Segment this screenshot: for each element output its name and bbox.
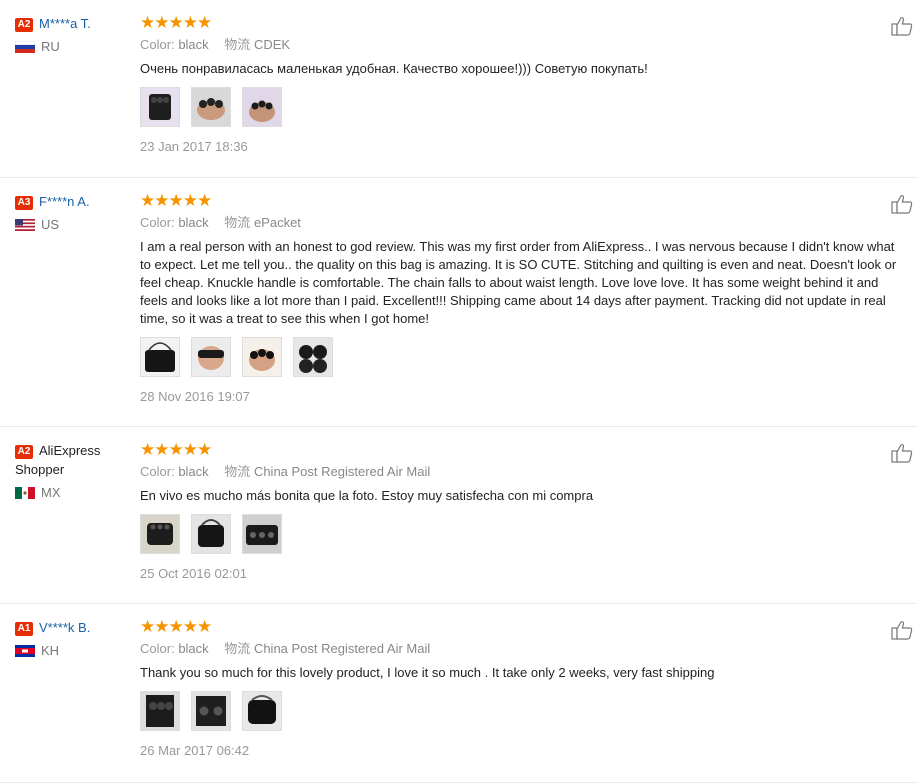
flag-ru-icon	[15, 40, 35, 53]
review-photos	[140, 87, 917, 127]
review-content: ★★★★★ Color: black 物流 CDEK Очень понрави…	[140, 14, 917, 154]
review-date: 26 Mar 2017 06:42	[140, 743, 250, 758]
review-item: A2 AliExpress Shopper MX ★★★★★ Color: bla…	[0, 427, 917, 604]
review-photo-thumbnail[interactable]	[242, 337, 282, 377]
buyer-level-badge: A3	[15, 196, 33, 210]
review-photo-thumbnail[interactable]	[242, 87, 282, 127]
reviewer-name-line2: Shopper	[15, 462, 65, 477]
country-code: US	[41, 217, 60, 232]
order-info: Color: black 物流 CDEK	[140, 36, 917, 54]
thumbs-up-icon[interactable]	[891, 16, 913, 36]
reviewer-country: US	[15, 217, 135, 232]
order-info: Color: black 物流 China Post Registered Ai…	[140, 463, 917, 481]
review-text: I am a real person with an honest to god…	[140, 239, 897, 326]
reviewer-info: A3 F****n A. US	[15, 192, 135, 232]
color-label: Color:	[140, 641, 175, 656]
review-photo-thumbnail[interactable]	[191, 514, 231, 554]
review-content: ★★★★★ Color: black 物流 China Post Registe…	[140, 618, 917, 758]
review-content: ★★★★★ Color: black 物流 China Post Registe…	[140, 441, 917, 581]
color-value: black	[178, 641, 209, 656]
order-info: Color: black 物流 China Post Registered Ai…	[140, 640, 917, 658]
review-date: 25 Oct 2016 02:01	[140, 566, 247, 581]
shipping-method: China Post Registered Air Mail	[253, 464, 431, 479]
color-label: Color:	[140, 215, 175, 230]
review-photo-thumbnail[interactable]	[191, 87, 231, 127]
logistics-label: 物流	[224, 641, 251, 656]
review-text: Thank you so much for this lovely produc…	[140, 665, 715, 680]
reviewer-name[interactable]: F****n A.	[39, 194, 90, 209]
country-code: RU	[41, 39, 60, 54]
star-rating: ★★★★★	[140, 191, 212, 210]
review-date: 23 Jan 2017 18:36	[140, 139, 248, 154]
review-list: A2 M****a T. RU ★★★★★ Color: black 物流 CDE…	[0, 0, 917, 783]
shipping-method: ePacket	[253, 215, 301, 230]
logistics-label: 物流	[224, 464, 251, 479]
shipping-method: China Post Registered Air Mail	[253, 641, 431, 656]
review-item: A1 V****k B. KH ★★★★★ Color: black 物流 Chi…	[0, 604, 917, 783]
review-photo-thumbnail[interactable]	[140, 337, 180, 377]
star-rating: ★★★★★	[140, 440, 212, 459]
reviewer-info: A2 AliExpress Shopper MX	[15, 441, 135, 500]
buyer-level-badge: A2	[15, 18, 33, 32]
reviewer-country: KH	[15, 643, 135, 658]
review-text: En vivo es mucho más bonita que la foto.…	[140, 488, 594, 503]
review-photo-thumbnail[interactable]	[140, 514, 180, 554]
order-info: Color: black 物流 ePacket	[140, 214, 917, 232]
review-photo-thumbnail[interactable]	[140, 691, 180, 731]
reviewer-info: A2 M****a T. RU	[15, 14, 135, 54]
review-photo-thumbnail[interactable]	[140, 87, 180, 127]
star-rating: ★★★★★	[140, 617, 212, 636]
reviewer-country: MX	[15, 485, 135, 500]
review-photos	[140, 514, 917, 554]
country-code: KH	[41, 643, 60, 658]
thumbs-up-icon[interactable]	[891, 620, 913, 640]
reviewer-name[interactable]: M****a T.	[39, 16, 91, 31]
review-photo-thumbnail[interactable]	[191, 337, 231, 377]
review-content: ★★★★★ Color: black 物流 ePacket I am a rea…	[140, 192, 917, 404]
country-code: MX	[41, 485, 61, 500]
flag-mx-icon	[15, 486, 35, 499]
reviewer-country: RU	[15, 39, 135, 54]
color-label: Color:	[140, 37, 175, 52]
thumbs-up-icon[interactable]	[891, 194, 913, 214]
buyer-level-badge: A2	[15, 445, 33, 459]
review-photos	[140, 691, 917, 731]
flag-us-icon	[15, 218, 35, 231]
thumbs-up-icon[interactable]	[891, 443, 913, 463]
review-date: 28 Nov 2016 19:07	[140, 389, 250, 404]
reviewer-name: AliExpress	[39, 443, 101, 458]
reviewer-name[interactable]: V****k B.	[39, 620, 90, 635]
color-label: Color:	[140, 464, 175, 479]
shipping-method: CDEK	[253, 37, 291, 52]
review-item: A3 F****n A. US ★★★★★ Color: black 物流 eP…	[0, 178, 917, 427]
review-photo-thumbnail[interactable]	[293, 337, 333, 377]
logistics-label: 物流	[224, 37, 251, 52]
review-item: A2 M****a T. RU ★★★★★ Color: black 物流 CDE…	[0, 0, 917, 178]
review-text: Очень понравиласась маленькая удобная. К…	[140, 61, 648, 76]
review-photo-thumbnail[interactable]	[191, 691, 231, 731]
color-value: black	[178, 215, 209, 230]
buyer-level-badge: A1	[15, 622, 33, 636]
flag-kh-icon	[15, 644, 35, 657]
review-photo-thumbnail[interactable]	[242, 514, 282, 554]
review-photos	[140, 337, 917, 377]
review-photo-thumbnail[interactable]	[242, 691, 282, 731]
star-rating: ★★★★★	[140, 13, 212, 32]
logistics-label: 物流	[224, 215, 251, 230]
reviewer-info: A1 V****k B. KH	[15, 618, 135, 658]
color-value: black	[178, 464, 209, 479]
color-value: black	[178, 37, 209, 52]
